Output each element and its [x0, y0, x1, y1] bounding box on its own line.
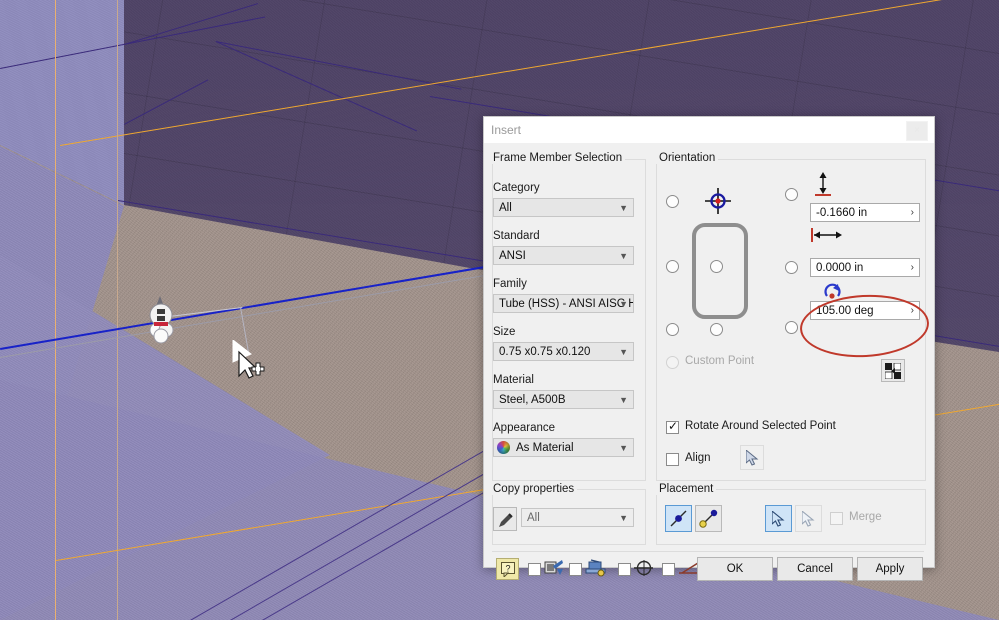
orientation-radio-bottom-left[interactable]	[666, 323, 679, 336]
eyedropper-button[interactable]	[493, 507, 517, 531]
orientation-radio-bottom-center[interactable]	[710, 323, 723, 336]
bottom-separator	[492, 551, 924, 552]
option-3-checkbox[interactable]	[618, 563, 631, 576]
chevron-down-icon: ▼	[619, 513, 628, 523]
machine-icon[interactable]	[585, 559, 607, 577]
chevron-down-icon: ▼	[619, 443, 628, 453]
align-checkbox[interactable]	[666, 453, 679, 466]
svg-text:?: ?	[505, 564, 510, 574]
align-label: Align	[685, 452, 711, 464]
rotation-icon	[824, 283, 841, 299]
option-1-checkbox[interactable]	[528, 563, 541, 576]
orientation-center-point-icon[interactable]	[705, 188, 731, 214]
rotate-around-selected-point-label: Rotate Around Selected Point	[685, 420, 836, 432]
appearance-label: Appearance	[493, 422, 556, 434]
orientation-radio-mid-left[interactable]	[666, 260, 679, 273]
flip-orientation-button[interactable]	[881, 359, 905, 382]
family-combo[interactable]: Tube (HSS) - ANSI AISC H ▼	[493, 294, 634, 313]
sketch-line-orange-vert-1	[55, 0, 56, 620]
option-2-checkbox[interactable]	[569, 563, 582, 576]
family-label: Family	[493, 278, 527, 290]
chevron-down-icon: ▼	[619, 347, 628, 357]
rotate-around-selected-point-checkbox[interactable]: ✓	[666, 419, 679, 434]
select-pointer-button[interactable]	[765, 505, 792, 532]
chevron-right-icon[interactable]: ›	[911, 259, 914, 276]
size-value: 0.75 x0.75 x0.120	[499, 346, 591, 358]
placement-label: Placement	[656, 483, 717, 495]
appearance-value: As Material	[516, 442, 574, 454]
category-value: All	[499, 202, 512, 214]
mouse-cursor	[232, 340, 265, 379]
category-combo[interactable]: All ▼	[493, 198, 634, 217]
chevron-down-icon: ▼	[619, 203, 628, 213]
chevron-down-icon: ▼	[619, 395, 628, 405]
offset-horizontal-field[interactable]: 0.0000 in ›	[810, 258, 920, 277]
apply-button[interactable]: Apply	[857, 557, 923, 581]
appearance-combo[interactable]: As Material ▼	[493, 438, 634, 457]
rotation-value: 105.00 deg	[816, 305, 874, 317]
appearance-swatch-icon	[497, 441, 510, 454]
copy-properties-combo[interactable]: All ▼	[521, 508, 634, 527]
ok-button[interactable]: OK	[697, 557, 773, 581]
dialog-title-bar[interactable]: Insert ×	[484, 117, 934, 144]
offset-vertical-radio[interactable]	[785, 188, 798, 201]
select-pointer-alt-button[interactable]	[795, 505, 822, 532]
miter-cut-icon[interactable]	[634, 559, 654, 577]
edit-frame-icon[interactable]	[544, 559, 564, 577]
family-value: Tube (HSS) - ANSI AISC H	[499, 298, 634, 310]
offset-horizontal-radio[interactable]	[785, 261, 798, 274]
standard-combo[interactable]: ANSI ▼	[493, 246, 634, 265]
size-combo[interactable]: 0.75 x0.75 x0.120 ▼	[493, 342, 634, 361]
dialog-body: Frame Member Selection Category All ▼ St…	[484, 143, 934, 581]
chevron-down-icon: ▼	[619, 251, 628, 261]
check-icon: ✓	[668, 419, 679, 433]
move-manipulator-icon[interactable]	[144, 296, 184, 346]
offset-vertical-field[interactable]: -0.1660 in ›	[810, 203, 920, 222]
offset-vertical-value: -0.1660 in	[816, 207, 868, 219]
material-combo[interactable]: Steel, A500B ▼	[493, 390, 634, 409]
offset-vertical-icon	[815, 172, 831, 196]
close-icon[interactable]: ×	[906, 121, 928, 141]
sketch-line-orange-vert-2	[117, 0, 118, 620]
option-4-checkbox[interactable]	[662, 563, 675, 576]
dialog-title: Insert	[491, 123, 522, 137]
placement-mode-endpoint-button[interactable]	[695, 505, 722, 532]
chevron-right-icon[interactable]: ›	[911, 204, 914, 221]
copy-properties-label: Copy properties	[490, 483, 578, 495]
orientation-label: Orientation	[656, 152, 719, 164]
rotation-radio[interactable]	[785, 321, 798, 334]
size-label: Size	[493, 326, 516, 338]
merge-label: Merge	[849, 511, 882, 523]
merge-checkbox[interactable]	[830, 512, 843, 525]
cancel-button[interactable]: Cancel	[777, 557, 853, 581]
material-label: Material	[493, 374, 534, 386]
align-pick-button[interactable]	[740, 445, 764, 470]
rotation-field[interactable]: 105.00 deg ›	[810, 301, 920, 320]
custom-point-radio[interactable]	[666, 356, 679, 369]
category-label: Category	[493, 182, 540, 194]
orientation-radio-mid-center[interactable]	[710, 260, 723, 273]
material-value: Steel, A500B	[499, 394, 566, 406]
placement-mode-line-button[interactable]	[665, 505, 692, 532]
standard-label: Standard	[493, 230, 540, 242]
chevron-right-icon[interactable]: ›	[911, 302, 914, 319]
standard-value: ANSI	[499, 250, 526, 262]
orientation-radio-top-left[interactable]	[666, 195, 679, 208]
offset-horizontal-value: 0.0000 in	[816, 262, 864, 274]
copy-properties-value: All	[527, 512, 540, 524]
help-button[interactable]: ?	[496, 558, 519, 580]
frame-member-selection-label: Frame Member Selection	[490, 152, 626, 164]
custom-point-label: Custom Point	[685, 355, 755, 367]
chevron-down-icon: ▼	[619, 299, 628, 309]
insert-dialog[interactable]: Insert × Frame Member Selection Category…	[483, 116, 935, 581]
offset-horizontal-icon	[811, 228, 842, 242]
